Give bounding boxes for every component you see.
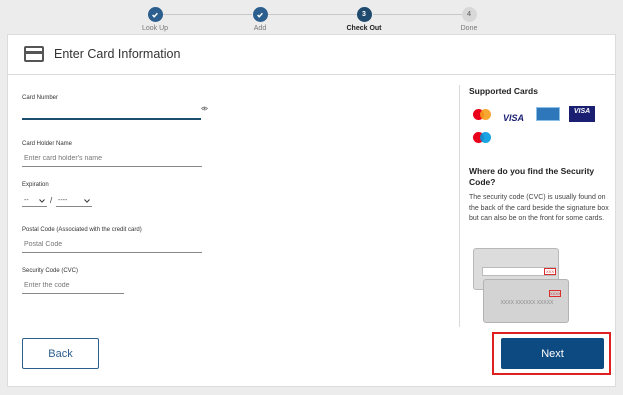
step-label: Done: [460, 25, 478, 32]
step-number: 4: [461, 7, 477, 22]
step-label: Check Out: [346, 25, 382, 32]
vertical-divider: [459, 85, 460, 327]
security-code-help-title: Where do you find the Security Code?: [469, 166, 595, 187]
expiration-label: Expiration: [22, 182, 49, 188]
page-title: Enter Card Information: [54, 47, 181, 61]
credit-card-icon: [24, 46, 44, 62]
check-icon: [147, 7, 163, 22]
security-code-help-text: The security code (CVC) is usually found…: [469, 194, 609, 222]
eye-icon[interactable]: [201, 106, 208, 111]
progress-stepper: Look Up Add 3 Check Out 4 Done: [0, 0, 623, 34]
step-number: 3: [356, 7, 372, 22]
expiration-year-select[interactable]: ----: [56, 195, 92, 207]
back-button[interactable]: Back: [22, 338, 99, 369]
step-add: Add: [230, 7, 290, 32]
card-number-label: Card Number: [22, 95, 59, 101]
postal-code-label: Postal Code (Associated with the credit …: [22, 227, 142, 233]
year-value: ----: [58, 197, 68, 204]
expiration-month-select[interactable]: --: [22, 195, 47, 207]
check-icon: [252, 7, 268, 22]
holder-name-label: Card Holder Name: [22, 141, 73, 147]
card-number-input[interactable]: [22, 104, 201, 120]
visa-logo-text: VISA: [503, 113, 525, 123]
expiration-separator: /: [50, 196, 53, 205]
maestro-logo: [471, 131, 493, 145]
step-check-out: 3 Check Out: [334, 7, 394, 32]
postal-code-input[interactable]: [22, 237, 202, 253]
front-security-code: XXXX: [549, 290, 561, 297]
holder-name-input[interactable]: [22, 151, 202, 167]
security-code-label: Security Code (CVC): [22, 268, 79, 274]
amex-logo: [536, 107, 560, 121]
back-security-code: XXX: [544, 268, 556, 275]
visa-debit-logo-text: VISA: [573, 108, 591, 115]
step-done: 4 Done: [439, 7, 499, 32]
visa-logo: VISA: [503, 108, 525, 123]
security-code-input[interactable]: [22, 278, 124, 294]
month-value: --: [24, 197, 29, 204]
supported-cards-title: Supported Cards: [469, 86, 538, 96]
panel-header: Enter Card Information: [8, 35, 615, 75]
chevron-down-icon: [39, 198, 45, 203]
step-label: Look Up: [141, 25, 169, 32]
card-info-panel: Enter Card Information Card Number Card …: [7, 34, 616, 387]
step-label: Add: [253, 25, 267, 32]
chevron-down-icon: [84, 198, 90, 203]
visa-debit-logo: VISA: [569, 106, 595, 122]
front-card-number: XXXX XXXXXX XXXXX: [500, 300, 554, 306]
step-look-up: Look Up: [125, 7, 185, 32]
next-button[interactable]: Next: [501, 338, 604, 369]
mastercard-logo: [471, 108, 493, 122]
card-front-illustration: XXXX XXXX XXXXXX XXXXX: [483, 279, 569, 323]
